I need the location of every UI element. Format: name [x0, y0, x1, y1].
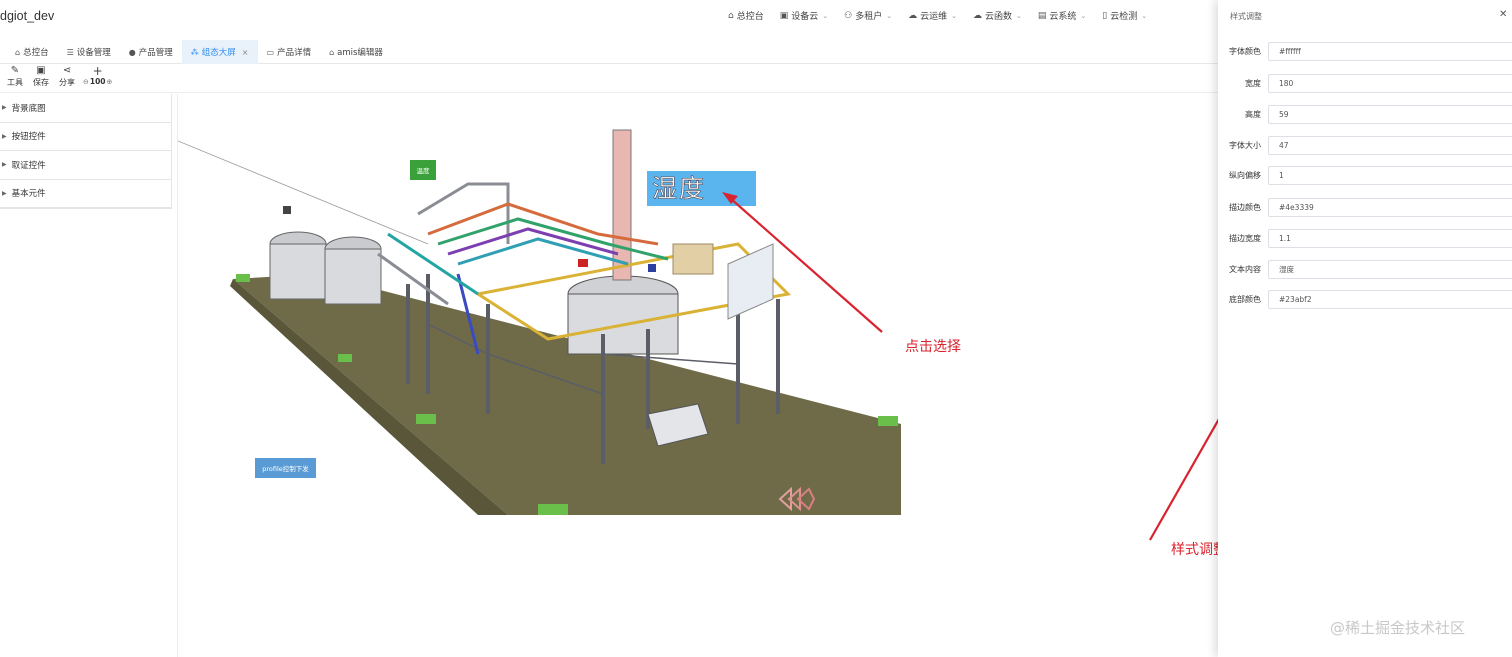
font-color-input[interactable]: #ffffff — [1268, 41, 1512, 61]
field-label: 字体大小 — [1229, 140, 1261, 150]
field-stroke-color: 描边颜色 #4e3339 — [1218, 197, 1512, 217]
font-size-input[interactable]: 47 — [1268, 135, 1512, 155]
width-input[interactable]: 180 — [1268, 73, 1512, 93]
field-vertical-offset: 纵向偏移 1 — [1218, 165, 1512, 185]
field-background-color: 底部颜色 #23abf2 — [1218, 289, 1512, 309]
style-drawer: 样式调整 ✕ 字体颜色 #ffffff 宽度 180 高度 59 字体大小 47… — [1218, 0, 1512, 657]
field-label: 底部颜色 — [1229, 294, 1261, 304]
click-select-annotation: 点击选择 — [905, 339, 961, 355]
vertical-offset-input[interactable]: 1 — [1268, 165, 1512, 185]
stroke-color-input[interactable]: #4e3339 — [1268, 197, 1512, 217]
field-font-size: 字体大小 47 — [1218, 135, 1512, 155]
field-font-color: 字体颜色 #ffffff — [1218, 41, 1512, 61]
field-label: 纵向偏移 — [1229, 170, 1261, 180]
field-text-content: 文本内容 湿度 — [1218, 259, 1512, 279]
background-color-input[interactable]: #23abf2 — [1268, 289, 1512, 309]
field-label: 字体颜色 — [1229, 46, 1261, 56]
close-icon[interactable]: ✕ — [1499, 9, 1507, 20]
field-label: 宽度 — [1245, 78, 1261, 88]
field-label: 高度 — [1245, 109, 1261, 119]
drawer-title: 样式调整 — [1230, 12, 1262, 21]
field-label: 描边宽度 — [1229, 233, 1261, 243]
height-input[interactable]: 59 — [1268, 104, 1512, 124]
field-height: 高度 59 — [1218, 104, 1512, 124]
stroke-width-input[interactable]: 1.1 — [1268, 228, 1512, 248]
field-width: 宽度 180 — [1218, 73, 1512, 93]
app-root: dgiot_dev ⌂ 总控台 ▣ 设备云 ⌄ ⚇ 多租户 ⌄ ☁ 云运维 ⌄ — [0, 0, 1512, 657]
field-label: 文本内容 — [1229, 264, 1261, 274]
watermark: @稀土掘金技术社区 — [1330, 619, 1466, 637]
field-label: 描边颜色 — [1229, 202, 1261, 212]
text-content-input[interactable]: 湿度 — [1268, 259, 1512, 279]
field-stroke-width: 描边宽度 1.1 — [1218, 228, 1512, 248]
